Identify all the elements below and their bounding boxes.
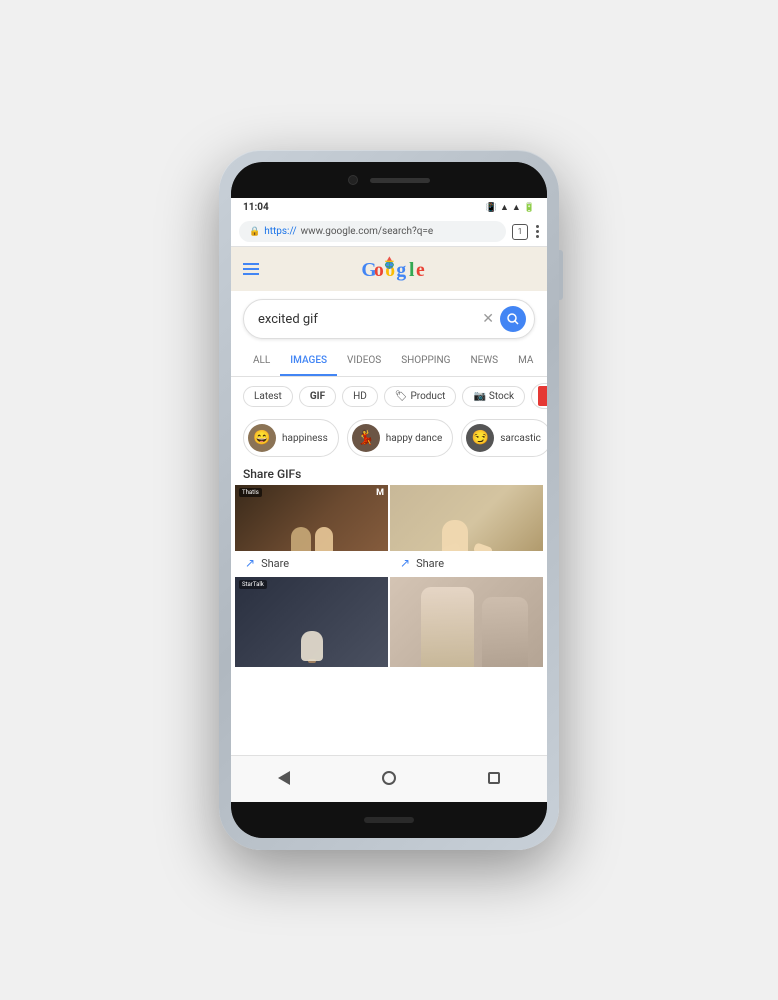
phone-top-bar xyxy=(231,162,547,198)
search-box[interactable]: excited gif ✕ xyxy=(243,299,535,339)
tab-all[interactable]: ALL xyxy=(243,347,280,376)
nav-tabs: ALL IMAGES VIDEOS SHOPPING NEWS MA xyxy=(231,347,547,377)
browser-content[interactable]: G o o g l e xyxy=(231,247,547,755)
svg-text:g: g xyxy=(396,260,406,281)
home-icon xyxy=(382,771,396,785)
menu-dot xyxy=(536,235,539,238)
search-icon xyxy=(507,313,519,325)
share-label-1: Share xyxy=(261,557,289,570)
google-header: G o o g l e xyxy=(231,247,547,291)
hamburger-line xyxy=(243,263,259,265)
phone-bottom-nav xyxy=(231,755,547,802)
gif-source-3: StarTalk xyxy=(239,580,267,589)
menu-button[interactable] xyxy=(536,225,539,238)
tab-count[interactable]: 1 xyxy=(512,224,528,240)
speaker-grille xyxy=(370,178,430,183)
filter-chips: Latest GIF HD 🏷 Product 📷 Stock xyxy=(231,377,547,415)
hamburger-line xyxy=(243,273,259,275)
svg-text:o: o xyxy=(374,260,384,281)
suggestion-happy-dance-label: happy dance xyxy=(386,433,442,444)
hamburger-menu[interactable] xyxy=(243,263,259,275)
share-label-2: Share xyxy=(416,557,444,570)
filter-product[interactable]: 🏷 Product xyxy=(384,386,457,407)
avatar-happiness: 😄 xyxy=(248,424,276,452)
filter-gif[interactable]: GIF xyxy=(299,386,336,407)
tab-images[interactable]: IMAGES xyxy=(280,347,337,376)
search-query: excited gif xyxy=(258,312,476,327)
tab-news[interactable]: NEWS xyxy=(460,347,508,376)
filter-stock[interactable]: 📷 Stock xyxy=(462,386,525,407)
google-logo-area: G o o g l e xyxy=(269,255,535,283)
fingerprint-sensor[interactable] xyxy=(364,817,414,823)
tab-more[interactable]: MA xyxy=(508,347,543,376)
url-field[interactable]: 🔒 https:// www.google.com/search?q=e xyxy=(239,221,506,242)
filter-latest[interactable]: Latest xyxy=(243,386,293,407)
status-bar: 11:04 📳 ▲ ▲ 🔋 xyxy=(231,198,547,217)
gif-item-2[interactable]: ↗ Share xyxy=(390,485,543,575)
share-icon-2: ↗ xyxy=(400,556,410,570)
phone-shell: 11:04 📳 ▲ ▲ 🔋 🔒 https:// www.google.com/… xyxy=(219,150,559,850)
volume-button[interactable] xyxy=(559,250,563,300)
google-doodle: G o o g l e xyxy=(360,255,444,283)
url-bar: 🔒 https:// www.google.com/search?q=e 1 xyxy=(231,217,547,247)
home-button[interactable] xyxy=(375,764,403,792)
suggestion-happiness[interactable]: 😄 happiness xyxy=(243,419,339,457)
url-actions: 1 xyxy=(512,224,539,240)
url-protocol: https:// xyxy=(264,226,296,237)
section-title: Share GIFs xyxy=(231,461,547,485)
share-icon-1: ↗ xyxy=(245,556,255,570)
menu-dot xyxy=(536,225,539,228)
url-domain: www.google.com/search?q=e xyxy=(301,226,434,237)
tab-videos[interactable]: VIDEOS xyxy=(337,347,391,376)
phone-screen: 11:04 📳 ▲ ▲ 🔋 🔒 https:// www.google.com/… xyxy=(231,198,547,802)
lock-icon: 🔒 xyxy=(249,227,260,237)
gif-share-button-2[interactable]: ↗ Share xyxy=(390,551,543,575)
gif-grid: ThatIs M ↗ Share xyxy=(231,485,547,667)
status-time: 11:04 xyxy=(243,202,269,213)
svg-text:l: l xyxy=(409,260,415,281)
signal-icon: ▲ xyxy=(512,202,521,213)
suggestion-happy-dance[interactable]: 💃 happy dance xyxy=(347,419,453,457)
search-button[interactable] xyxy=(500,306,526,332)
gif-item-1[interactable]: ThatIs M ↗ Share xyxy=(235,485,388,575)
color-swatch-red xyxy=(538,386,547,406)
recents-button[interactable] xyxy=(480,764,508,792)
tag-icon: 🏷 xyxy=(395,391,408,402)
phone-inner: 11:04 📳 ▲ ▲ 🔋 🔒 https:// www.google.com/… xyxy=(231,162,547,838)
menu-dot xyxy=(536,230,539,233)
vibrate-icon: 📳 xyxy=(486,203,497,213)
hamburger-line xyxy=(243,268,259,270)
suggestion-sarcastic[interactable]: 😏 sarcastic xyxy=(461,419,547,457)
filter-color[interactable] xyxy=(531,383,547,409)
tab-shopping[interactable]: SHOPPING xyxy=(391,347,460,376)
svg-text:e: e xyxy=(416,260,425,281)
recents-icon xyxy=(488,772,500,784)
back-button[interactable] xyxy=(270,764,298,792)
gif-network-1: M xyxy=(376,488,384,498)
status-icons: 📳 ▲ ▲ 🔋 xyxy=(486,202,535,213)
bottom-spacer xyxy=(231,667,547,677)
phone-bottom-bar xyxy=(231,802,547,838)
wifi-icon: ▲ xyxy=(500,202,509,213)
back-icon xyxy=(278,771,290,785)
avatar-happy-dance: 💃 xyxy=(352,424,380,452)
gif-item-4[interactable] xyxy=(390,577,543,667)
gif-share-button-1[interactable]: ↗ Share xyxy=(235,551,388,575)
camera-dot xyxy=(348,175,358,185)
clear-search-button[interactable]: ✕ xyxy=(482,311,494,327)
photo-icon: 📷 xyxy=(473,391,485,402)
filter-hd[interactable]: HD xyxy=(342,386,378,407)
suggestion-happiness-label: happiness xyxy=(282,433,328,444)
filter-product-label: Product xyxy=(410,391,445,402)
suggestion-sarcastic-label: sarcastic xyxy=(500,433,541,444)
suggestion-chips: 😄 happiness 💃 happy dance 😏 sarcastic xyxy=(231,415,547,461)
gif-item-3[interactable]: StarTalk xyxy=(235,577,388,667)
search-box-container: excited gif ✕ xyxy=(231,291,547,347)
battery-icon: 🔋 xyxy=(524,203,535,213)
gif-source-1: ThatIs xyxy=(239,488,262,497)
avatar-sarcastic: 😏 xyxy=(466,424,494,452)
